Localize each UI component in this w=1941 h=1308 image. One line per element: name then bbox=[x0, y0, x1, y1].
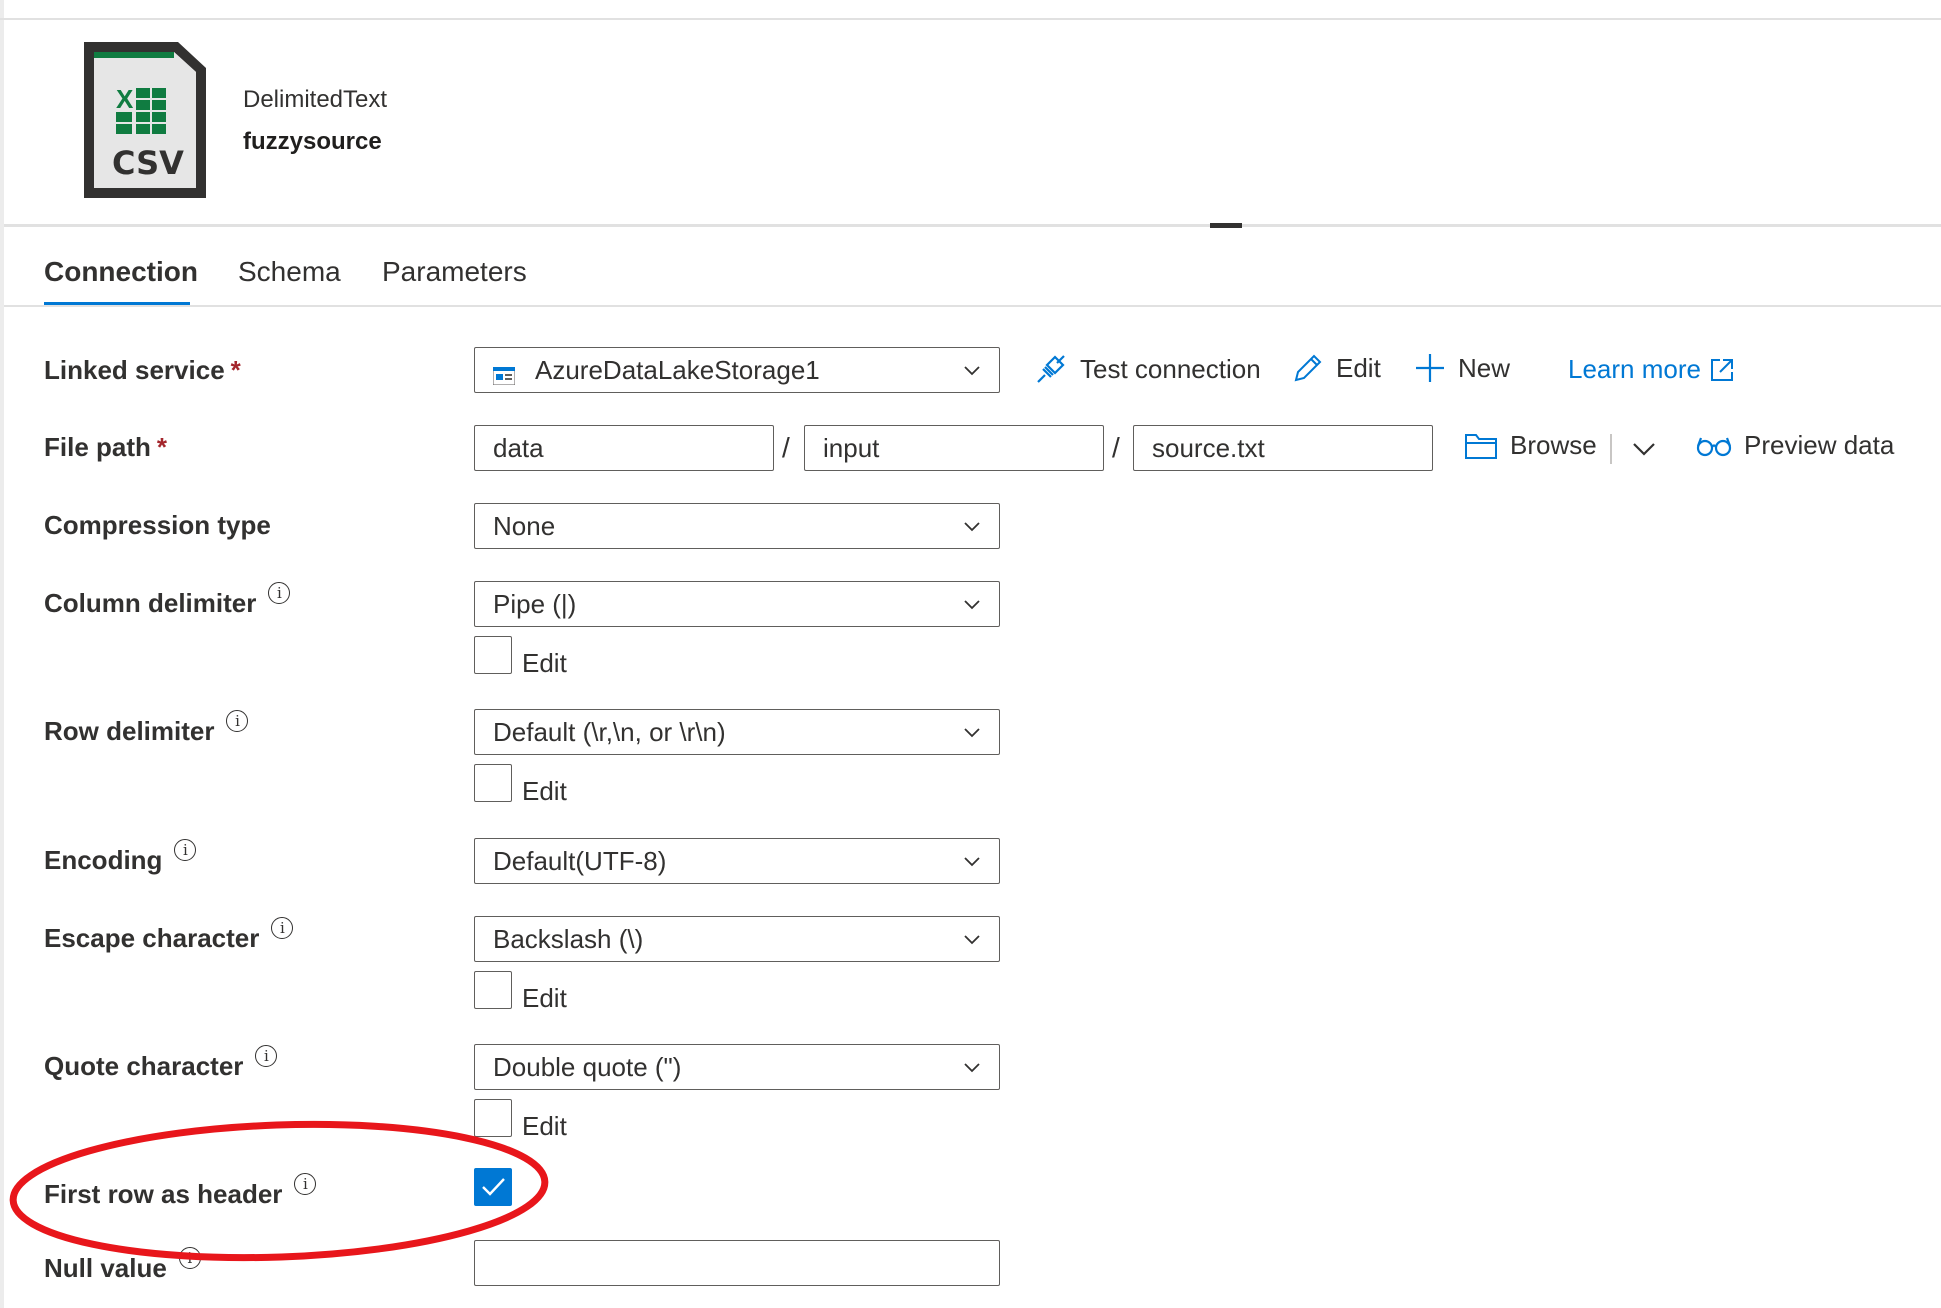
info-icon[interactable]: i bbox=[255, 1045, 278, 1067]
header-divider bbox=[4, 224, 1941, 227]
chevron-down-icon bbox=[964, 857, 980, 867]
path-separator: / bbox=[1112, 432, 1120, 463]
info-icon[interactable]: i bbox=[268, 582, 291, 604]
storage-icon bbox=[492, 361, 516, 386]
tab-schema[interactable]: Schema bbox=[238, 256, 341, 288]
highlight-ellipse bbox=[9, 1120, 549, 1262]
pencil-icon bbox=[1294, 354, 1322, 382]
info-icon[interactable]: i bbox=[271, 917, 294, 939]
browse-dropdown-chevron-icon[interactable] bbox=[1632, 437, 1656, 466]
learn-more-link[interactable]: Learn more bbox=[1568, 354, 1735, 385]
quote-character-select[interactable]: Double quote (") bbox=[474, 1044, 1000, 1090]
info-icon[interactable]: i bbox=[226, 710, 249, 732]
encoding-label: Encoding i bbox=[44, 839, 197, 876]
chevron-down-icon bbox=[964, 728, 980, 738]
folder-icon bbox=[1465, 433, 1497, 459]
escape-character-label: Escape character i bbox=[44, 917, 294, 954]
column-delimiter-edit-checkbox[interactable] bbox=[474, 636, 512, 674]
glasses-icon bbox=[1696, 437, 1732, 456]
svg-text:X: X bbox=[116, 84, 134, 114]
test-connection-button[interactable]: Test connection bbox=[1034, 352, 1261, 386]
tab-divider bbox=[4, 305, 1941, 307]
compression-type-label: Compression type bbox=[44, 510, 271, 540]
chevron-down-icon bbox=[964, 522, 980, 532]
plus-icon bbox=[1416, 354, 1444, 382]
tab-parameters[interactable]: Parameters bbox=[382, 256, 527, 288]
tab-connection[interactable]: Connection bbox=[44, 256, 198, 288]
escape-character-select[interactable]: Backslash (\) bbox=[474, 916, 1000, 962]
linked-service-value: AzureDataLakeStorage1 bbox=[535, 354, 820, 385]
left-border bbox=[0, 0, 4, 1308]
linked-service-label: Linked service * bbox=[44, 355, 241, 385]
dataset-name: fuzzysource bbox=[243, 128, 382, 155]
column-delimiter-label: Column delimiter i bbox=[44, 582, 291, 619]
escape-character-edit-checkbox[interactable] bbox=[474, 971, 512, 1009]
chevron-down-icon bbox=[964, 366, 980, 376]
top-divider bbox=[0, 18, 1941, 20]
svg-text:CSV: CSV bbox=[112, 144, 184, 182]
chevron-down-icon bbox=[964, 1063, 980, 1073]
file-path-label: File path * bbox=[44, 432, 168, 462]
container-input[interactable]: data bbox=[474, 425, 774, 471]
edit-label: Edit bbox=[522, 776, 567, 806]
row-delimiter-edit-checkbox[interactable] bbox=[474, 764, 512, 802]
divider bbox=[1610, 434, 1612, 464]
row-delimiter-label: Row delimiter i bbox=[44, 710, 249, 747]
edit-label: Edit bbox=[522, 648, 567, 678]
csv-file-icon: X CSV bbox=[80, 38, 210, 202]
external-link-icon bbox=[1710, 358, 1733, 381]
row-delimiter-select[interactable]: Default (\r,\n, or \r\n) bbox=[474, 709, 1000, 755]
compression-type-select[interactable]: None bbox=[474, 503, 1000, 549]
edit-label: Edit bbox=[522, 983, 567, 1013]
path-separator: / bbox=[782, 432, 790, 463]
chevron-down-icon bbox=[964, 600, 980, 610]
info-icon[interactable]: i bbox=[174, 839, 197, 861]
resize-grip[interactable] bbox=[1210, 223, 1242, 228]
dataset-type: DelimitedText bbox=[243, 86, 388, 113]
plug-icon bbox=[1037, 355, 1065, 383]
file-name-input[interactable]: source.txt bbox=[1133, 425, 1433, 471]
new-linked-service-button[interactable]: New bbox=[1414, 352, 1510, 384]
browse-button[interactable]: Browse bbox=[1464, 430, 1597, 461]
encoding-select[interactable]: Default(UTF-8) bbox=[474, 838, 1000, 884]
column-delimiter-select[interactable]: Pipe (|) bbox=[474, 581, 1000, 627]
linked-service-select[interactable]: AzureDataLakeStorage1 bbox=[474, 347, 1000, 393]
preview-data-button[interactable]: Preview data bbox=[1696, 430, 1894, 461]
directory-input[interactable]: input bbox=[804, 425, 1104, 471]
chevron-down-icon bbox=[964, 935, 980, 945]
edit-linked-service-button[interactable]: Edit bbox=[1292, 352, 1381, 384]
quote-character-label: Quote character i bbox=[44, 1045, 278, 1082]
